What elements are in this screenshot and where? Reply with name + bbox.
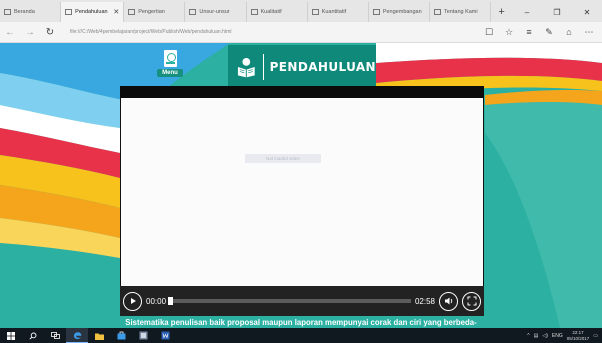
title-separator: [262, 53, 264, 80]
web-note-icon[interactable]: ✎: [540, 27, 558, 38]
address-field[interactable]: file:///C:/Web/4pembelajaran/project/Web…: [70, 29, 470, 35]
page-icon: [372, 9, 380, 15]
fullscreen-button[interactable]: [462, 291, 481, 311]
maximize-button[interactable]: ❐: [542, 8, 572, 17]
address-bar-row: ← → ↻ file:///C:/Web/4pembelajaran/proje…: [0, 22, 602, 43]
minimize-button[interactable]: –: [512, 8, 542, 17]
subtitle-text: Sistematika penulisan baik proposal maup…: [125, 318, 477, 327]
tab-kuantitatif[interactable]: Kuantitatif: [308, 2, 369, 22]
chevron-up-icon[interactable]: ^: [527, 333, 529, 339]
page-icon: [311, 9, 319, 15]
tab-strip: Beranda Pendahuluan ✕ Pengertian Unsur-un…: [0, 0, 602, 22]
page-icon: [128, 9, 136, 15]
page-icon: [65, 9, 73, 15]
back-button[interactable]: ←: [0, 27, 20, 38]
current-time: 00:00: [146, 296, 167, 306]
tab-label: Pendahuluan: [75, 9, 108, 15]
tab-label: Unsur-unsur: [199, 9, 230, 15]
seek-bar[interactable]: [168, 297, 411, 305]
tab-label: Kualitatif: [260, 9, 282, 15]
windows-taskbar: ^ ▤ ◁) ENG 22:17 05/10/2017 ▭: [0, 328, 602, 343]
volume-button[interactable]: [439, 291, 458, 311]
tab-label: Kuantitatif: [321, 9, 347, 15]
tab-beranda[interactable]: Beranda: [0, 2, 62, 22]
tab-pengertian[interactable]: Pengertian: [124, 2, 186, 22]
favorite-star-icon[interactable]: ☆: [500, 27, 518, 38]
page-content: Menu PENDAHULUAN Not loaded video 00:00 …: [0, 43, 602, 328]
volume-icon[interactable]: ◁): [542, 333, 548, 339]
search-button[interactable]: [22, 328, 44, 343]
close-tab-icon[interactable]: ✕: [113, 8, 119, 16]
windows-icon: [7, 331, 15, 340]
app-button[interactable]: [132, 328, 154, 343]
task-view-icon: [50, 332, 60, 339]
explorer-icon: [94, 333, 104, 340]
app-icon: [139, 331, 147, 340]
page-icon: [250, 9, 258, 15]
page-icon: [189, 9, 197, 15]
video-controls: 00:00 02:58: [120, 286, 484, 316]
new-tab-button[interactable]: +: [491, 2, 512, 22]
task-view-button[interactable]: [44, 328, 66, 343]
speaker-icon: [444, 297, 452, 305]
seek-handle[interactable]: [168, 297, 174, 305]
file-explorer-button[interactable]: [88, 328, 110, 343]
play-icon: [130, 298, 136, 304]
system-tray: ^ ▤ ◁) ENG 22:17 05/10/2017 ▭: [527, 330, 602, 341]
edge-icon: [73, 331, 81, 339]
section-title-banner: PENDAHULUAN: [228, 45, 376, 88]
reader-icon: [237, 57, 255, 77]
search-icon: [29, 332, 37, 340]
tab-pengembangan[interactable]: Pengembangan: [369, 2, 430, 22]
video-placeholder: Not loaded video: [245, 154, 321, 163]
store-icon: [117, 331, 125, 340]
clock-date: 05/10/2017: [566, 335, 590, 341]
fullscreen-icon: [467, 296, 476, 306]
notifications-icon[interactable]: ▭: [593, 333, 598, 339]
store-button[interactable]: [110, 328, 132, 343]
play-button[interactable]: [123, 291, 142, 311]
page-title: PENDAHULUAN: [269, 59, 376, 74]
tab-label: Beranda: [14, 9, 35, 15]
tab-tentang-kami[interactable]: Tentang Kami: [430, 2, 492, 22]
video-top-strip: [120, 86, 484, 98]
duration: 02:58: [414, 296, 435, 306]
browser-toolbar: ☐ ☆ ≡ ✎ ⌂ ⋯: [480, 27, 602, 38]
close-window-button[interactable]: ✕: [572, 8, 602, 17]
tab-pendahuluan[interactable]: Pendahuluan ✕: [61, 2, 125, 22]
share-icon[interactable]: ⌂: [560, 27, 578, 37]
menu-document-icon: [163, 50, 177, 67]
reading-view-icon[interactable]: ☐: [480, 27, 498, 38]
page-icon: [4, 9, 11, 15]
word-icon: [161, 331, 169, 340]
tab-kualitatif[interactable]: Kualitatif: [247, 2, 308, 22]
menu-label: Menu: [157, 69, 183, 77]
window-controls: – ❐ ✕: [512, 2, 602, 22]
forward-button[interactable]: →: [20, 27, 40, 38]
language-indicator[interactable]: ENG: [552, 333, 563, 339]
more-icon[interactable]: ⋯: [580, 27, 598, 38]
refresh-button[interactable]: ↻: [40, 27, 60, 38]
menu-button[interactable]: Menu: [155, 50, 185, 84]
tab-label: Pengertian: [138, 9, 165, 15]
video-player: Not loaded video 00:00 02:58: [120, 86, 484, 316]
word-button[interactable]: [154, 328, 176, 343]
video-screen[interactable]: Not loaded video: [121, 98, 483, 286]
network-icon[interactable]: ▤: [534, 333, 539, 339]
tab-unsur-unsur[interactable]: Unsur-unsur: [185, 2, 247, 22]
edge-taskbar-button[interactable]: [66, 328, 88, 343]
windows-start-button[interactable]: [0, 328, 22, 343]
page-icon: [433, 9, 441, 15]
clock[interactable]: 22:17 05/10/2017: [567, 330, 590, 341]
hub-icon[interactable]: ≡: [520, 27, 538, 37]
tab-label: Pengembangan: [382, 9, 422, 15]
tab-label: Tentang Kami: [443, 9, 478, 15]
